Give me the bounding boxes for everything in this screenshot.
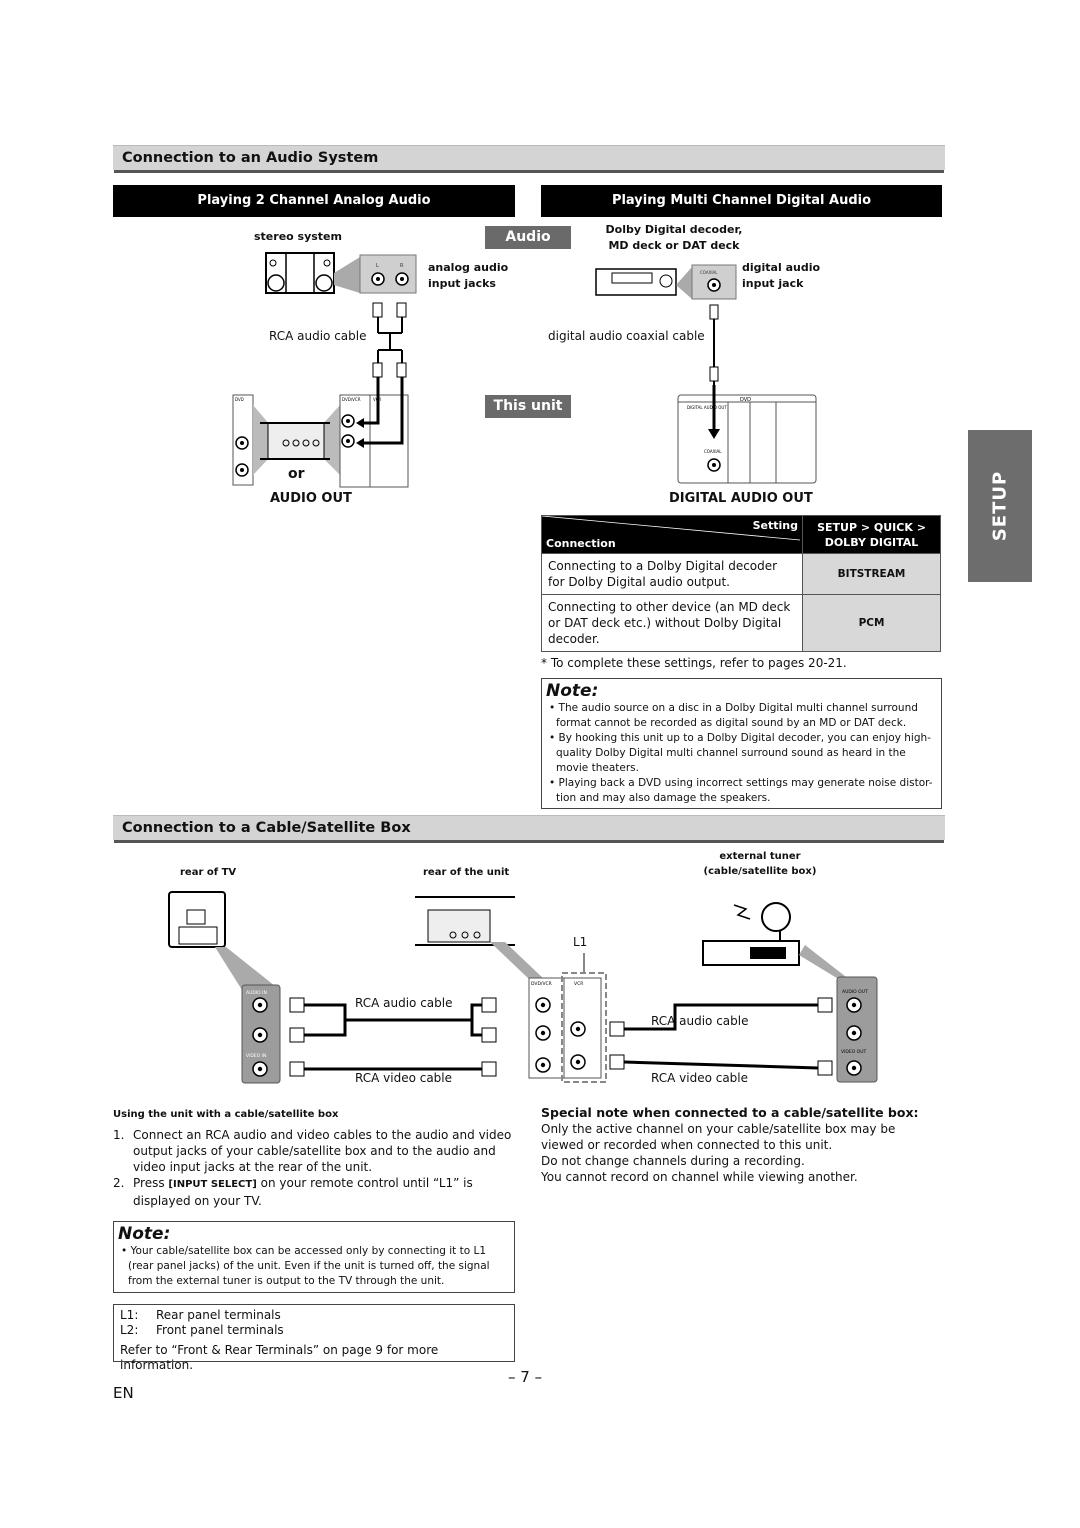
rear-unit-label: rear of the unit: [423, 867, 510, 878]
analog-connection-diagram: LR DVD DVD/VCR VCR: [232, 252, 417, 488]
dvdvcr-audio-out-panel: DVD/VCR VCR: [339, 394, 409, 488]
svg-text:COAXIAL: COAXIAL: [704, 449, 722, 454]
audio-tag: Audio: [485, 226, 571, 249]
svg-text:R: R: [400, 263, 404, 269]
svg-text:DIGITAL AUDIO OUT: DIGITAL AUDIO OUT: [687, 405, 727, 410]
digital-connection-diagram: COAXIAL DVD DIGITAL AUDIO OUT COAXIAL: [595, 264, 817, 484]
table-row: Connecting to other device (an MD deck o…: [541, 594, 941, 652]
rca-cable-icon: [609, 997, 833, 1076]
step-item: 1. Connect an RCA audio and video cables …: [113, 1128, 512, 1174]
cable-satellite-box-label: (cable/satellite box): [703, 866, 817, 877]
unit-rear-panel-icon: [260, 422, 330, 460]
dvd-audio-out-panel: DVD: [232, 394, 254, 486]
note-item: • By hooking this unit up to a Dolby Dig…: [549, 732, 931, 774]
terminals-box: L1: Rear panel terminals L2: Front panel t…: [113, 1304, 515, 1372]
rca-cable-icon: [372, 302, 407, 378]
coaxial-jack-panel: COAXIAL: [691, 264, 737, 300]
unit-rear-icon: [415, 896, 515, 946]
svg-text:AUDIO IN: AUDIO IN: [246, 990, 267, 996]
page-number: – 7 –: [508, 1368, 543, 1386]
svg-text:VIDEO IN: VIDEO IN: [246, 1053, 266, 1059]
decoder-label-1: Dolby Digital decoder,: [605, 223, 743, 236]
svg-text:DVD/VCR: DVD/VCR: [531, 981, 552, 987]
digital-audio-header: Playing Multi Channel Digital Audio: [541, 185, 942, 217]
corner-connection-label: Connection: [546, 537, 616, 550]
note-item: • The audio source on a disc in a Dolby …: [549, 702, 918, 729]
terminal-item: L1: Rear panel terminals: [120, 1308, 281, 1322]
terminal-item: L2: Front panel terminals: [120, 1323, 284, 1337]
this-unit-tag: This unit: [485, 395, 571, 418]
external-tuner-label: external tuner: [719, 851, 801, 862]
language-code: EN: [113, 1384, 134, 1402]
digital-audio-out-label: DIGITAL AUDIO OUT: [669, 491, 813, 506]
svg-text:AUDIO OUT: AUDIO OUT: [842, 989, 868, 995]
decoder-label-2: MD deck or DAT deck: [608, 239, 740, 252]
rear-tv-label: rear of TV: [180, 867, 237, 878]
svg-text:DVD/VCR: DVD/VCR: [342, 397, 361, 402]
stereo-system-label: stereo system: [254, 230, 342, 243]
steps-list: 1. Connect an RCA audio and video cables …: [113, 1127, 513, 1209]
note-box-cable: Note: • Your cable/satellite box can be …: [113, 1221, 515, 1293]
note-item: • Playing back a DVD using incorrect set…: [549, 777, 933, 804]
table-row: Connecting to a Dolby Digital decoder fo…: [541, 553, 941, 595]
tv-rear-icon: [168, 891, 226, 948]
audio-out-label: AUDIO OUT: [270, 491, 352, 506]
svg-text:COAXIAL: COAXIAL: [700, 270, 718, 275]
corner-setting-label: Setting: [752, 519, 798, 532]
analog-input-jack-panel: LR: [359, 254, 417, 294]
settings-table: Setting Connection SETUP > QUICK > DOLBY…: [541, 515, 941, 652]
setup-side-tab: SETUP: [968, 430, 1032, 582]
section-title-cable-box: Connection to a Cable/Satellite Box: [113, 815, 945, 840]
special-note: Special note when connected to a cable/s…: [541, 1105, 919, 1184]
unit-l1-panel: DVD/VCR VCR: [528, 953, 607, 1083]
rca-cable-icon: [289, 997, 497, 1077]
svg-text:L: L: [376, 263, 379, 269]
step-item: 2. Press [INPUT SELECT] on your remote co…: [113, 1176, 473, 1208]
table-corner-header: Setting Connection: [541, 515, 803, 554]
section-title-audio-system: Connection to an Audio System: [113, 145, 945, 170]
tv-input-panel: AUDIO IN VIDEO IN: [241, 984, 281, 1084]
using-title: Using the unit with a cable/satellite bo…: [113, 1109, 339, 1120]
cable-box-icon: [702, 940, 800, 966]
note-title: Note:: [546, 681, 599, 701]
cable-box-connection-diagram: AUDIO IN VIDEO IN DVD/VCR VCR AUDIO OUT …: [168, 891, 878, 1084]
svg-text:DVD: DVD: [235, 397, 244, 402]
analog-audio-header: Playing 2 Channel Analog Audio: [113, 185, 515, 217]
settings-footnote: * To complete these settings, refer to p…: [541, 656, 847, 670]
refer-text: Refer to “Front & Rear Terminals” on pag…: [120, 1343, 439, 1372]
cable-box-output-panel: AUDIO OUT VIDEO OUT: [836, 976, 878, 1083]
svg-text:VCR: VCR: [574, 981, 583, 987]
stereo-system-icon: [265, 252, 335, 294]
svg-text:VIDEO OUT: VIDEO OUT: [841, 1049, 867, 1055]
dolby-digital-column-header: SETUP > QUICK > DOLBY DIGITAL: [802, 515, 941, 554]
note-box-audio: Note: • The audio source on a disc in a …: [541, 678, 942, 809]
decoder-device-icon: [595, 268, 677, 296]
note-title: Note:: [118, 1224, 171, 1244]
dvd-digital-out-panel: DVD DIGITAL AUDIO OUT COAXIAL: [677, 394, 817, 484]
note-item: • Your cable/satellite box can be access…: [121, 1245, 490, 1287]
